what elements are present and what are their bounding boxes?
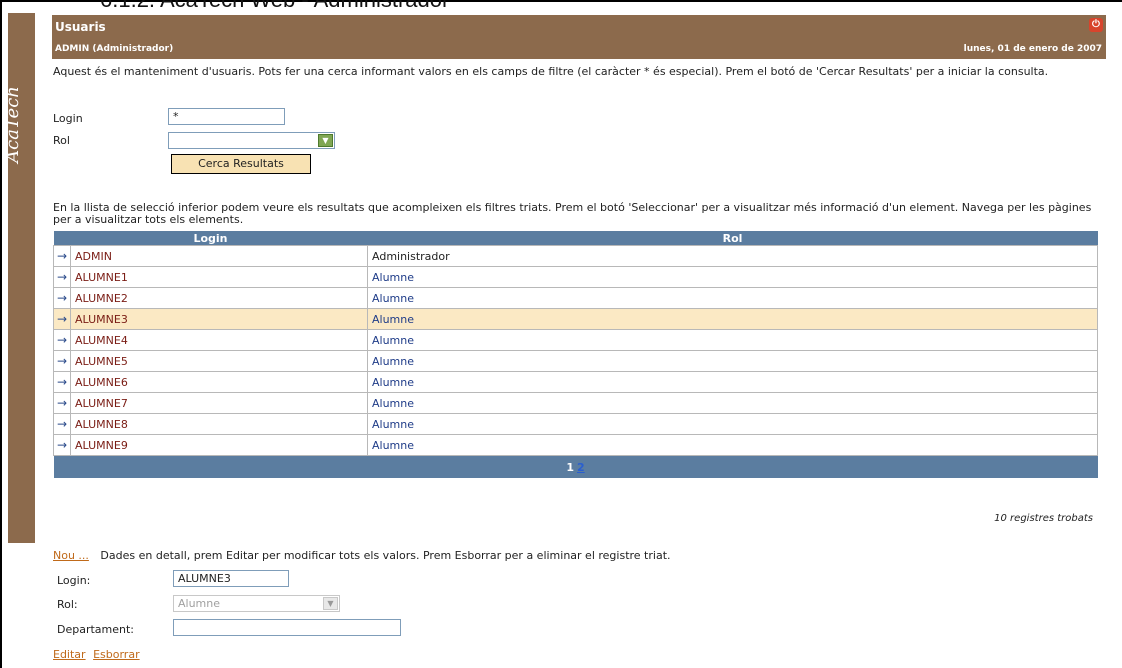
pagination: 12	[53, 455, 1098, 478]
table-row[interactable]: → ALUMNE5 Alumne	[53, 350, 1098, 372]
detail-rol-label: Rol:	[57, 598, 78, 611]
results-table: Login Rol → ADMIN Administrador → ALUMNE1 Al…	[53, 231, 1098, 478]
chevron-down-icon: ▼	[323, 597, 338, 610]
row-login: ALUMNE7	[70, 392, 368, 414]
page-header: Usuaris ADMIN (Administrador) lunes, 01 …	[52, 15, 1106, 59]
page-current: 1	[566, 460, 574, 474]
detail-dept-label: Departament:	[57, 623, 135, 636]
row-rol: Administrador	[367, 245, 1098, 267]
search-button[interactable]: Cerca Resultats	[171, 154, 311, 174]
page-title: Usuaris	[55, 20, 106, 34]
detail-rol-value: Alumne	[178, 597, 221, 610]
row-rol: Alumne	[367, 413, 1098, 435]
select-arrow-icon[interactable]: →	[53, 392, 71, 414]
row-rol: Alumne	[367, 287, 1098, 309]
table-row[interactable]: → ALUMNE7 Alumne	[53, 392, 1098, 414]
filter-login-input[interactable]: *	[168, 108, 285, 125]
table-row[interactable]: → ALUMNE8 Alumne	[53, 413, 1098, 435]
chevron-down-icon[interactable]: ▼	[318, 134, 333, 147]
select-arrow-icon[interactable]: →	[53, 245, 71, 267]
row-login: ADMIN	[70, 245, 368, 267]
intro-text: Aquest és el manteniment d'usuaris. Pots…	[53, 65, 1049, 78]
row-login: ALUMNE1	[70, 266, 368, 288]
row-login: ALUMNE4	[70, 329, 368, 351]
column-header-rol: Rol	[367, 231, 1098, 246]
current-date: lunes, 01 de enero de 2007	[963, 44, 1102, 54]
table-row[interactable]: → ALUMNE6 Alumne	[53, 371, 1098, 393]
select-arrow-icon[interactable]: →	[53, 266, 71, 288]
row-login: ALUMNE2	[70, 287, 368, 309]
row-rol: Alumne	[367, 266, 1098, 288]
row-login: ALUMNE8	[70, 413, 368, 435]
column-header-login: Login	[53, 231, 368, 246]
document-heading: 6.1.2. AcaTech Web - Administrador	[100, 0, 449, 13]
row-rol: Alumne	[367, 371, 1098, 393]
row-rol: Alumne	[367, 308, 1098, 330]
table-row[interactable]: → ADMIN Administrador	[53, 245, 1098, 267]
table-row[interactable]: → ALUMNE1 Alumne	[53, 266, 1098, 288]
row-login: ALUMNE3	[70, 308, 368, 330]
list-intro-text: En la llista de selecció inferior podem …	[53, 201, 1092, 226]
filter-rol-select[interactable]: ▼	[168, 132, 335, 149]
table-row-selected[interactable]: → ALUMNE3 Alumne	[53, 308, 1098, 330]
detail-intro: Nou ... Dades en detall, prem Editar per…	[53, 549, 671, 562]
new-record-link[interactable]: Nou ...	[53, 549, 89, 562]
detail-actions: Editar Esborrar	[53, 648, 144, 661]
row-login: ALUMNE6	[70, 371, 368, 393]
select-arrow-icon[interactable]: →	[53, 371, 71, 393]
row-rol: Alumne	[367, 434, 1098, 456]
brand-logo: AcaTech	[2, 70, 35, 190]
select-arrow-icon[interactable]: →	[53, 308, 71, 330]
filter-login-label: Login	[53, 112, 83, 125]
detail-login-label: Login:	[57, 574, 91, 587]
select-arrow-icon[interactable]: →	[53, 329, 71, 351]
row-login: ALUMNE5	[70, 350, 368, 372]
table-row[interactable]: → ALUMNE9 Alumne	[53, 434, 1098, 456]
detail-intro-text: Dades en detall, prem Editar per modific…	[100, 549, 671, 562]
page-link-2[interactable]: 2	[577, 461, 585, 474]
select-arrow-icon[interactable]: →	[53, 287, 71, 309]
brand-logo-text: AcaTech	[1, 86, 23, 163]
select-arrow-icon[interactable]: →	[53, 413, 71, 435]
row-rol: Alumne	[367, 350, 1098, 372]
results-count: 10 registres trobats	[994, 513, 1093, 524]
table-header-row: Login Rol	[53, 231, 1098, 246]
detail-rol-select: Alumne ▼	[173, 595, 340, 612]
pagination-row: 12	[53, 455, 1098, 478]
row-rol: Alumne	[367, 329, 1098, 351]
delete-link[interactable]: Esborrar	[93, 648, 140, 661]
table-row[interactable]: → ALUMNE2 Alumne	[53, 287, 1098, 309]
detail-login-input[interactable]: ALUMNE3	[173, 570, 289, 587]
current-user: ADMIN (Administrador)	[55, 44, 174, 54]
select-arrow-icon[interactable]: →	[53, 434, 71, 456]
table-row[interactable]: → ALUMNE4 Alumne	[53, 329, 1098, 351]
select-arrow-icon[interactable]: →	[53, 350, 71, 372]
edit-link[interactable]: Editar	[53, 648, 86, 661]
power-icon[interactable]: ⏻	[1089, 18, 1103, 32]
detail-dept-input[interactable]	[173, 619, 401, 636]
row-rol: Alumne	[367, 392, 1098, 414]
row-login: ALUMNE9	[70, 434, 368, 456]
filter-rol-label: Rol	[53, 134, 70, 147]
